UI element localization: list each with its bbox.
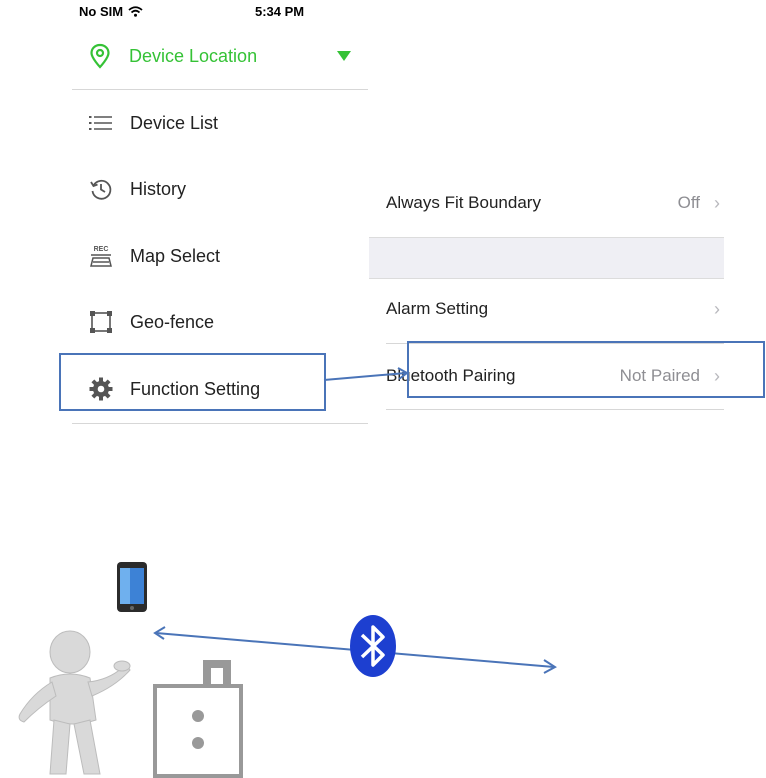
settings-row-alarm-setting[interactable]: Alarm Setting › [386, 289, 724, 329]
history-icon [88, 176, 114, 202]
menu-divider-top [72, 89, 368, 90]
status-time: 5:34 PM [255, 4, 305, 19]
menu-item-label: Geo-fence [130, 311, 215, 332]
bluetooth-icon [350, 615, 396, 677]
device-location-header[interactable]: Device Location [88, 40, 368, 72]
menu-item-label: History [130, 178, 187, 199]
settings-row-label: Alarm Setting [386, 299, 489, 318]
menu-item-device-list[interactable]: Device List [88, 103, 368, 143]
smartphone-icon [117, 562, 147, 612]
chevron-right-icon: › [714, 298, 720, 319]
person-figure [18, 630, 131, 775]
settings-section-separator [369, 237, 724, 279]
chevron-right-icon: › [714, 192, 720, 213]
wifi-icon [128, 6, 143, 17]
svg-text:REC: REC [94, 246, 109, 253]
menu-item-label: Map Select [130, 245, 221, 266]
carrier-label: No SIM [79, 4, 124, 19]
settings-row-always-fit-boundary[interactable]: Always Fit Boundary Off › [386, 183, 724, 223]
location-pin-icon [90, 43, 110, 69]
geofence-icon [88, 309, 114, 335]
settings-row-label: Always Fit Boundary [386, 193, 541, 212]
status-carrier: No SIM [79, 4, 143, 19]
rec-icon: REC [88, 243, 114, 269]
menu-item-history[interactable]: History [88, 169, 368, 209]
device-location-label: Device Location [129, 45, 258, 66]
function-setting-highlight [59, 353, 326, 411]
menu-divider-bottom [72, 423, 368, 424]
connector-arrow [323, 367, 409, 381]
menu-item-label: Device List [130, 112, 219, 133]
menu-item-geo-fence[interactable]: Geo-fence [88, 302, 368, 342]
list-icon [88, 110, 114, 136]
menu-item-map-select[interactable]: REC Map Select [88, 236, 368, 276]
bluetooth-pairing-highlight [407, 341, 765, 398]
dropdown-triangle-icon[interactable] [336, 50, 352, 62]
settings-row-value: Off [677, 193, 700, 212]
settings-divider [386, 409, 724, 410]
